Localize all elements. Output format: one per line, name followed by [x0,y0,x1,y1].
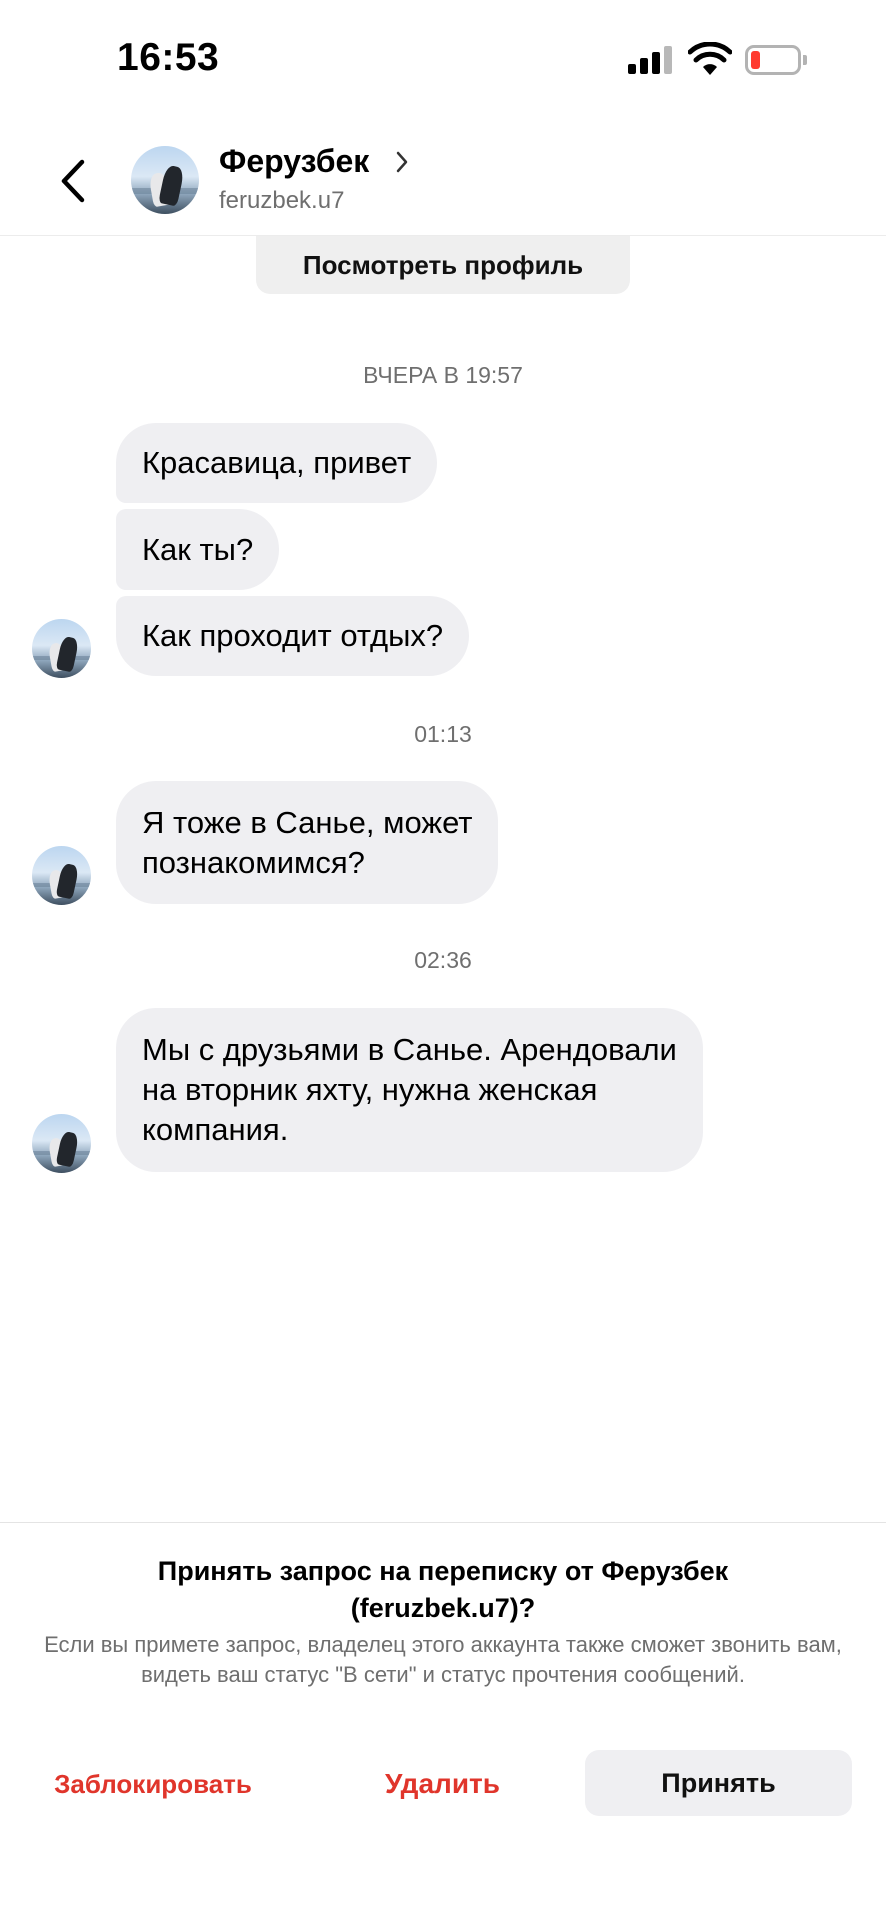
request-title: Принять запрос на переписку от Ферузбек … [157,1556,729,1623]
message-bubble[interactable]: Мы с друзьями в Санье. Арендовали на вто… [116,1008,703,1172]
message-bubble[interactable]: Как ты? [116,509,280,590]
avatar[interactable] [32,846,91,905]
contact-name[interactable]: Ферузбек [219,143,369,180]
message-bubble[interactable]: Красавица, привет [116,423,438,503]
message-bubble[interactable]: Как проходит отдых? [116,596,470,676]
message-request-panel: Принять запрос на переписку от Ферузбек … [0,1522,886,1920]
delete-button[interactable]: Удалить [330,1751,555,1817]
timestamp: 02:36 [414,947,472,973]
message-text: Как ты? [142,531,254,567]
contact-username: feruzbek.u7 [219,187,345,214]
status-bar: 16:53 [0,0,886,120]
timestamp: 01:13 [414,721,472,747]
avatar[interactable] [131,146,199,214]
battery-low-icon [745,45,807,75]
status-time: 16:53 [117,36,220,79]
chevron-right-icon[interactable] [394,150,410,174]
message-bubble[interactable]: Я тоже в Санье, может познакомимся? [116,781,499,904]
cellular-signal-icon [628,46,674,74]
timestamp: ВЧЕРА В 19:57 [363,362,523,388]
chat-header: Ферузбек feruzbek.u7 [0,120,886,236]
message-text: Мы с друзьями в Санье. Арендовали на вто… [142,1032,677,1147]
message-text: Я тоже в Санье, может познакомимся? [142,804,473,880]
request-description: Если вы примете запрос, владелец этого а… [44,1632,842,1687]
message-text: Как проходит отдых? [142,618,444,653]
wifi-icon [688,42,732,75]
view-profile-button[interactable]: Посмотреть профиль [256,236,630,294]
avatar[interactable] [32,1114,91,1173]
accept-button[interactable]: Принять [585,1750,852,1816]
block-button[interactable]: Заблокировать [36,1751,270,1817]
chevron-left-icon[interactable] [54,156,94,206]
avatar[interactable] [32,619,91,678]
message-text: Красавица, привет [142,445,412,480]
